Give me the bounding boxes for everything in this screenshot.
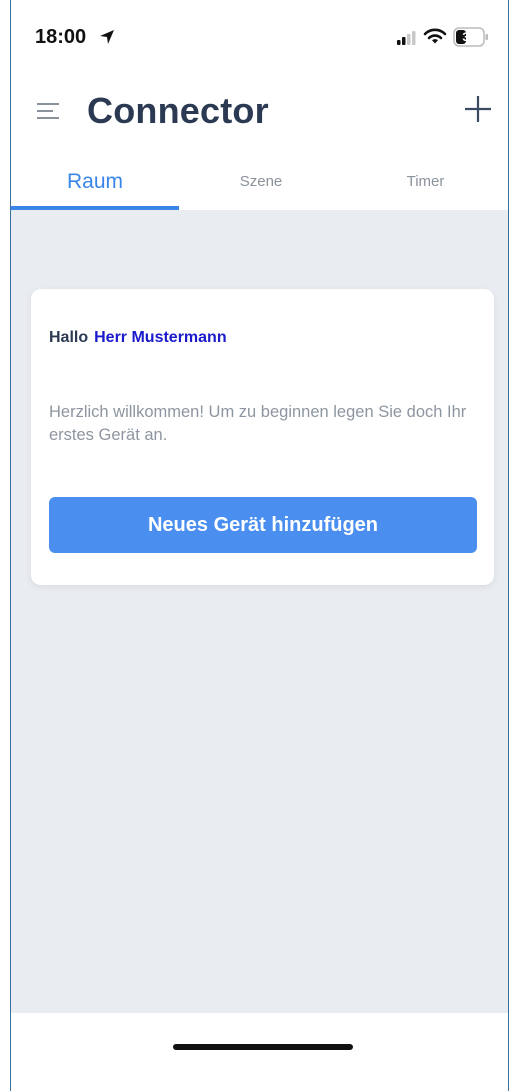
wifi-icon xyxy=(423,28,447,44)
battery-level: 31 xyxy=(462,30,476,44)
status-bar: 18:00 31 xyxy=(11,0,508,80)
page-title: Connector xyxy=(87,90,269,131)
user-name: Herr Mustermann xyxy=(94,329,227,346)
welcome-message: Herzlich willkommen! Um zu beginnen lege… xyxy=(49,403,467,444)
greeting-text: Hallo xyxy=(49,329,89,346)
welcome-card: Hallo Herr Mustermann Herzlich willkommen… xyxy=(31,289,494,585)
hamburger-menu-icon[interactable] xyxy=(35,100,61,122)
tab-timer[interactable]: Timer xyxy=(343,160,508,210)
tab-szene-label: Szene xyxy=(239,173,283,190)
home-indicator[interactable] xyxy=(173,1044,353,1050)
tab-timer-label: Timer xyxy=(406,173,445,190)
tab-bar: Raum Szene Timer xyxy=(11,160,508,210)
main-content: Hallo Herr Mustermann Herzlich willkommen… xyxy=(11,210,508,1013)
tab-raum-label: Raum xyxy=(66,170,124,193)
home-bar xyxy=(11,1013,508,1091)
signal-icon xyxy=(397,31,416,45)
status-time: 18:00 xyxy=(35,26,87,48)
app-frame: 18:00 31 Connector Raum Szene Timer Hall… xyxy=(10,0,509,1091)
tab-szene[interactable]: Szene xyxy=(179,160,343,210)
add-device-button[interactable]: Neues Gerät hinzufügen xyxy=(49,497,477,553)
plus-icon[interactable] xyxy=(463,94,493,124)
location-arrow-icon xyxy=(100,30,114,44)
app-header: Connector xyxy=(11,80,508,150)
tab-raum[interactable]: Raum xyxy=(11,160,179,210)
greeting: Hallo Herr Mustermann xyxy=(49,329,227,347)
